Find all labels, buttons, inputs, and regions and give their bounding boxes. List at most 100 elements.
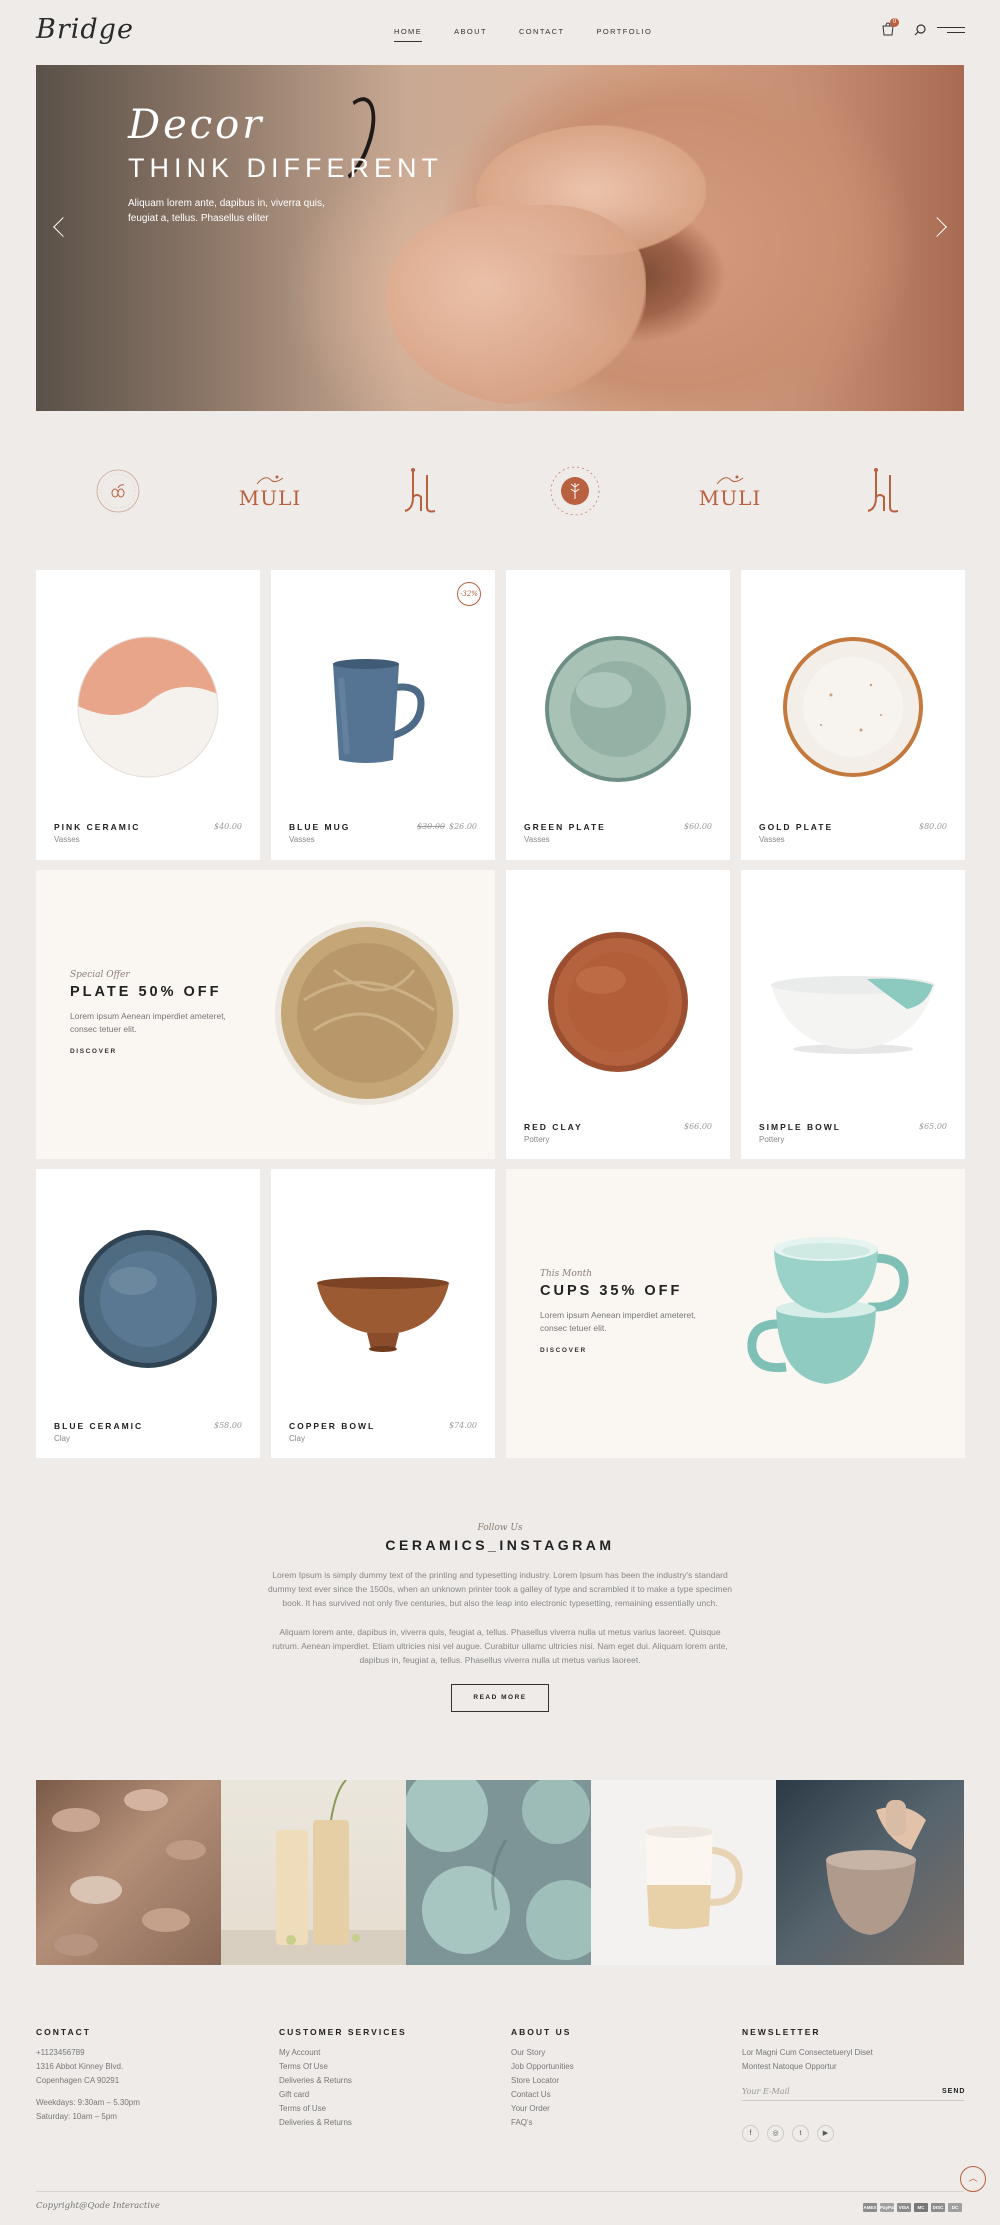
product-card[interactable]: GREEN PLATE Vasses $60.00 bbox=[506, 570, 730, 860]
product-name[interactable]: PINK CERAMIC bbox=[54, 822, 140, 832]
sale-badge: -32% bbox=[457, 582, 481, 606]
back-to-top-button[interactable]: ︿ bbox=[960, 2166, 986, 2192]
footer-newsletter-heading: NEWSLETTER bbox=[742, 2027, 821, 2037]
discover-link[interactable]: DISCOVER bbox=[70, 1048, 117, 1055]
footer-link[interactable]: Contact Us bbox=[511, 2088, 574, 2102]
discover-icon: DISC bbox=[931, 2203, 945, 2212]
product-card[interactable]: PINK CERAMIC Vasses $40.00 bbox=[36, 570, 260, 860]
nav-home[interactable]: HOME bbox=[394, 27, 423, 42]
instagram-tile[interactable] bbox=[776, 1780, 964, 1965]
muli-wordmark: MULI bbox=[698, 486, 762, 510]
hero-title: THINK DIFFERENT bbox=[128, 153, 443, 183]
instagram-icon[interactable]: ◎ bbox=[767, 2125, 784, 2142]
footer-link[interactable]: Deliveries & Returns bbox=[279, 2074, 352, 2088]
search-icon[interactable] bbox=[913, 23, 927, 37]
contact-hours-weekdays: Weekdays: 9:30am – 5.30pm bbox=[36, 2098, 140, 2107]
green-plate-image bbox=[545, 636, 691, 782]
footer-link[interactable]: Store Locator bbox=[511, 2074, 574, 2088]
product-card[interactable]: RED CLAY Pottery $66.00 bbox=[506, 870, 730, 1159]
instagram-title: CERAMICS_INSTAGRAM bbox=[385, 1537, 615, 1553]
footer-link[interactable]: Gift card bbox=[279, 2088, 352, 2102]
cart-icon[interactable]: 0 bbox=[881, 18, 899, 36]
product-category: Vasses bbox=[759, 835, 785, 844]
discover-link[interactable]: DISCOVER bbox=[540, 1347, 587, 1354]
footer-link[interactable]: Your Order bbox=[511, 2102, 574, 2116]
instagram-paragraph-2: Aliquam lorem ante, dapibus in, viverra … bbox=[272, 1627, 728, 1665]
follow-us-label: Follow Us bbox=[477, 1523, 523, 1533]
amex-icon: AMEX bbox=[863, 2203, 877, 2212]
newsletter-email-placeholder: Your E-Mail bbox=[742, 2087, 790, 2096]
footer-link[interactable]: Job Opportunities bbox=[511, 2060, 574, 2074]
blue-mug-image bbox=[333, 659, 425, 763]
product-name[interactable]: COPPER BOWL bbox=[289, 1421, 375, 1431]
product-category: Pottery bbox=[759, 1135, 785, 1144]
mastercard-icon: MC bbox=[914, 2203, 928, 2212]
footer-link[interactable]: FAQ's bbox=[511, 2116, 574, 2130]
product-card[interactable]: -32% BLUE MUG Vasses $30.00 $26.00 bbox=[271, 570, 495, 860]
copper-bowl-image bbox=[317, 1277, 449, 1352]
footer-contact-list: +1123456789 1316 Abbot Kinney Blvd. Cope… bbox=[36, 2046, 140, 2124]
product-name[interactable]: RED CLAY bbox=[524, 1122, 583, 1132]
diners-icon: DC bbox=[948, 2203, 962, 2212]
twitter-icon[interactable]: t bbox=[792, 2125, 809, 2142]
red-clay-plate-image bbox=[548, 932, 688, 1072]
nav-portfolio[interactable]: PORTFOLIO bbox=[596, 27, 652, 42]
logo[interactable]: Bridge bbox=[36, 14, 134, 45]
footer-link[interactable]: Terms of Use bbox=[279, 2102, 352, 2116]
contact-address: 1316 Abbot Kinney Blvd. bbox=[36, 2062, 124, 2071]
brand-logo-monogram bbox=[395, 467, 445, 515]
offer-subtitle: Special Offer bbox=[70, 970, 130, 980]
youtube-icon[interactable]: ▶ bbox=[817, 2125, 834, 2142]
read-more-button[interactable]: READ MORE bbox=[451, 1684, 549, 1712]
hero-script-title: Decor bbox=[128, 102, 265, 148]
special-offer-banner[interactable]: Special Offer PLATE 50% OFF Lorem ipsum … bbox=[36, 870, 495, 1159]
newsletter-send-button[interactable]: SEND bbox=[942, 2088, 965, 2095]
product-name[interactable]: BLUE CERAMIC bbox=[54, 1421, 143, 1431]
product-price: $40.00 bbox=[214, 822, 242, 831]
footer-contact-heading: CONTACT bbox=[36, 2027, 91, 2037]
product-card[interactable]: COPPER BOWL Clay $74.00 bbox=[271, 1169, 495, 1458]
footer-divider bbox=[36, 2191, 964, 2192]
footer-link[interactable]: Our Story bbox=[511, 2046, 574, 2060]
newsletter-text: Lor Magni Cum Consectetueryl Diset bbox=[742, 2048, 873, 2057]
product-name[interactable]: BLUE MUG bbox=[289, 822, 350, 832]
cups-offer-banner[interactable]: This Month CUPS 35% OFF Lorem ipsum Aene… bbox=[506, 1169, 965, 1458]
product-category: Vasses bbox=[289, 835, 315, 844]
contact-phone[interactable]: +1123456789 bbox=[36, 2046, 140, 2060]
instagram-tile[interactable] bbox=[406, 1780, 591, 1965]
product-card[interactable]: BLUE CERAMIC Clay $58.00 bbox=[36, 1169, 260, 1458]
nav-contact[interactable]: CONTACT bbox=[519, 27, 565, 42]
offer-title: CUPS 35% OFF bbox=[540, 1283, 683, 1299]
footer-services-list: My Account Terms Of Use Deliveries & Ret… bbox=[279, 2046, 352, 2130]
footer-link[interactable]: Deliveries & Returns bbox=[279, 2116, 352, 2130]
instagram-tile[interactable] bbox=[36, 1780, 221, 1965]
product-card[interactable]: SIMPLE BOWL Pottery $65.00 bbox=[741, 870, 965, 1159]
product-card[interactable]: GOLD PLATE Vasses $80.00 bbox=[741, 570, 965, 860]
product-name[interactable]: SIMPLE BOWL bbox=[759, 1122, 841, 1132]
menu-icon[interactable] bbox=[937, 27, 965, 37]
brand-logo-stamp bbox=[545, 466, 605, 516]
product-price: $80.00 bbox=[919, 822, 947, 831]
visa-icon: VISA bbox=[897, 2203, 911, 2212]
pink-ceramic-image bbox=[77, 636, 219, 778]
product-name[interactable]: GOLD PLATE bbox=[759, 822, 833, 832]
product-category: Clay bbox=[54, 1434, 71, 1443]
footer-services-heading: CUSTOMER SERVICES bbox=[279, 2027, 407, 2037]
facebook-icon[interactable]: f bbox=[742, 2125, 759, 2142]
simple-bowl-image bbox=[771, 976, 935, 1054]
offer-text: Lorem ipsum Aenean imperdiet ameteret, c… bbox=[70, 1011, 226, 1034]
gold-textured-plate-image bbox=[275, 921, 459, 1105]
product-category: Pottery bbox=[524, 1135, 550, 1144]
stacked-cups-image bbox=[747, 1237, 909, 1384]
footer-link[interactable]: My Account bbox=[279, 2046, 352, 2060]
product-category: Vasses bbox=[54, 835, 80, 844]
product-price: $60.00 bbox=[684, 822, 712, 831]
product-name[interactable]: GREEN PLATE bbox=[524, 822, 606, 832]
instagram-tile[interactable] bbox=[221, 1780, 406, 1965]
gold-plate-image bbox=[783, 637, 923, 777]
footer-link[interactable]: Terms Of Use bbox=[279, 2060, 352, 2074]
contact-hours-saturday: Saturday: 10am – 5pm bbox=[36, 2112, 117, 2121]
instagram-tile[interactable] bbox=[591, 1780, 776, 1965]
offer-text: Lorem ipsum Aenean imperdiet ameteret, c… bbox=[540, 1310, 696, 1333]
nav-about[interactable]: ABOUT bbox=[454, 27, 487, 42]
